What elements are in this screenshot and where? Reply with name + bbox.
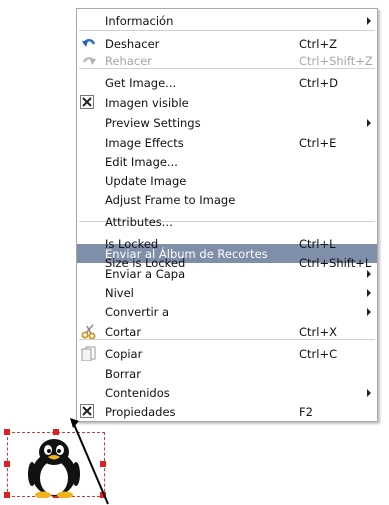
menu-item-label: Attributes... — [105, 215, 173, 229]
menu-item-edit-image[interactable]: Edit Image... — [77, 152, 377, 171]
submenu-arrow-icon — [367, 389, 371, 397]
menu-item-image-effects[interactable]: Image Effects Ctrl+E — [77, 133, 377, 152]
submenu-arrow-icon — [367, 289, 371, 297]
menu-item-shortcut: Ctrl+Shift+Z — [299, 54, 373, 68]
menu-item-label: Contenidos — [105, 386, 170, 400]
checkbox-checked-icon — [80, 95, 94, 109]
resize-handle[interactable] — [53, 429, 59, 435]
menu-item-enviar-capa[interactable]: Enviar a Capa — [77, 264, 377, 283]
submenu-arrow-icon — [367, 17, 371, 25]
menu-item-informacion[interactable]: Información — [77, 11, 377, 30]
menu-item-attributes[interactable]: Attributes... — [77, 212, 377, 231]
menu-item-shortcut: Ctrl+X — [299, 325, 337, 339]
redo-icon — [82, 57, 96, 65]
menu-item-label: Convertir a — [105, 305, 170, 319]
menu-item-rehacer[interactable]: Rehacer Ctrl+Shift+Z — [77, 51, 377, 70]
menu-item-shortcut: Ctrl+D — [299, 76, 338, 90]
menu-item-borrar[interactable]: Borrar — [77, 364, 377, 383]
menu-item-update-image[interactable]: Update Image — [77, 171, 377, 190]
menu-item-shortcut: F2 — [299, 405, 313, 419]
menu-item-label: Enviar a Capa — [105, 267, 186, 281]
menu-item-enviar-album[interactable]: Enviar al Álbum de Recortes — [77, 244, 377, 263]
cut-icon — [81, 324, 96, 339]
menu-item-imagen-visible[interactable]: Imagen visible — [77, 93, 377, 112]
checkbox-checked-icon — [80, 404, 94, 418]
menu-item-shortcut: Ctrl+E — [299, 136, 337, 150]
menu-item-label: Propiedades — [105, 405, 176, 419]
undo-icon — [82, 39, 96, 47]
menu-item-preview-settings[interactable]: Preview Settings — [77, 113, 377, 132]
copy-icon — [81, 346, 96, 361]
menu-item-propiedades[interactable]: Propiedades F2 — [77, 402, 377, 421]
menu-separator — [79, 30, 375, 31]
menu-item-label: Imagen visible — [105, 96, 189, 110]
menu-item-convertir-a[interactable]: Convertir a — [77, 302, 377, 321]
menu-item-label: Borrar — [105, 367, 141, 381]
menu-item-label: Nivel — [105, 286, 134, 300]
menu-item-get-image[interactable]: Get Image... Ctrl+D — [77, 73, 377, 92]
submenu-arrow-icon — [367, 270, 371, 278]
menu-item-label: Deshacer — [105, 37, 160, 51]
menu-item-label: Image Effects — [105, 136, 184, 150]
mouse-pointer-icon — [70, 418, 109, 505]
menu-item-label: Cortar — [105, 325, 142, 339]
menu-item-label: Adjust Frame to Image — [105, 193, 236, 207]
menu-item-label: Copiar — [105, 347, 143, 361]
context-menu: Información Deshacer Ctrl+Z Rehacer Ctrl… — [76, 8, 378, 422]
menu-item-adjust-frame[interactable]: Adjust Frame to Image — [77, 190, 377, 209]
menu-item-label: Preview Settings — [105, 116, 201, 130]
menu-item-label: Información — [105, 14, 174, 28]
menu-item-copiar[interactable]: Copiar Ctrl+C — [77, 344, 377, 363]
menu-item-label: Rehacer — [105, 54, 153, 68]
submenu-arrow-icon — [367, 119, 371, 127]
resize-handle[interactable] — [4, 492, 10, 498]
resize-handle[interactable] — [4, 429, 10, 435]
menu-item-label: Edit Image... — [105, 155, 178, 169]
menu-item-shortcut: Ctrl+C — [299, 347, 338, 361]
menu-item-cortar[interactable]: Cortar Ctrl+X — [77, 322, 377, 341]
menu-item-label: Update Image — [105, 174, 187, 188]
menu-item-nivel[interactable]: Nivel — [77, 283, 377, 302]
menu-item-label: Get Image... — [105, 76, 177, 90]
resize-handle[interactable] — [4, 461, 10, 467]
menu-item-contenidos[interactable]: Contenidos — [77, 383, 377, 402]
menu-item-label: Enviar al Álbum de Recortes — [105, 247, 268, 261]
menu-item-shortcut: Ctrl+Z — [299, 37, 337, 51]
submenu-arrow-icon — [367, 308, 371, 316]
